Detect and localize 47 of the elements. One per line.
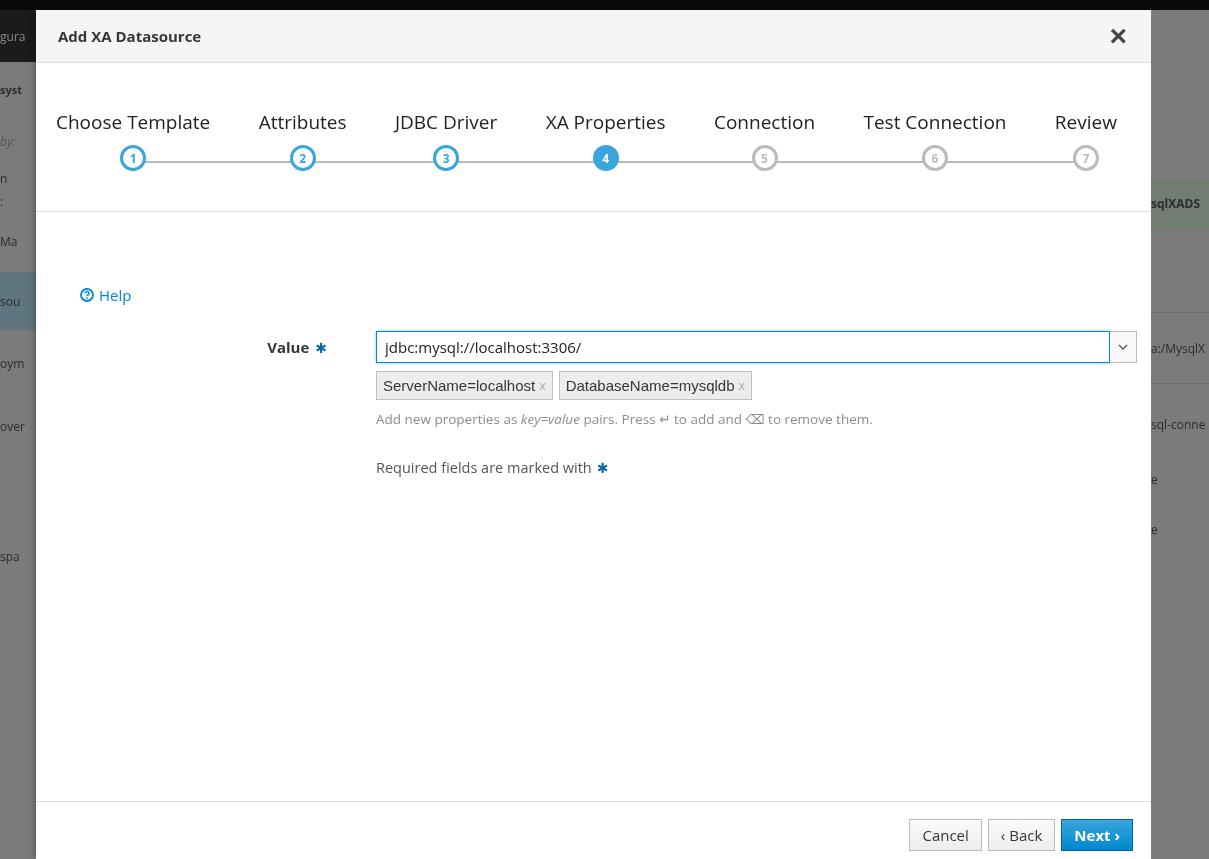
background-text: sql-conne: [1151, 415, 1206, 433]
help-icon: [80, 288, 94, 302]
background-text: e: [1151, 470, 1158, 488]
remove-tag-button[interactable]: x: [738, 378, 745, 393]
background-text: sqlXADS: [1151, 194, 1200, 212]
dropdown-button[interactable]: [1110, 331, 1137, 363]
background-text: e: [1151, 520, 1158, 538]
step-number[interactable]: 4: [592, 145, 619, 171]
dialog-button[interactable]: ‹ Back: [987, 819, 1056, 851]
step-label: Choose Template: [56, 109, 211, 135]
required-mark: ✱: [315, 337, 327, 357]
tag-text: ServerName=localhost: [383, 377, 536, 394]
remove-tag-button[interactable]: x: [539, 378, 546, 393]
field-label: Value: [267, 337, 310, 357]
step-label: Connection: [713, 109, 816, 135]
next-button[interactable]: Next ›: [1061, 819, 1133, 851]
dialog-button[interactable]: Cancel: [909, 819, 982, 851]
help-link[interactable]: Help: [80, 285, 132, 305]
value-input[interactable]: jdbc:mysql://localhost:3306/: [376, 331, 1110, 363]
step-number[interactable]: 2: [289, 145, 316, 171]
background-text: oym: [0, 354, 25, 372]
required-mark: ✱: [596, 458, 609, 477]
help-text: Add new properties as key=value pairs. Press ↵ to add and ⌫ to remove them.: [376, 410, 874, 428]
step-label: Review: [1054, 109, 1117, 135]
step-label: JDBC Driver: [394, 109, 498, 135]
tag-text: DatabaseName=mysqldb: [565, 377, 735, 394]
background-text: a:/MysqlX: [1151, 339, 1206, 357]
step-number[interactable]: 1: [120, 145, 147, 171]
background-text: over: [0, 417, 25, 435]
background-text: sou: [0, 292, 21, 310]
step-number[interactable]: 5: [751, 145, 778, 171]
step-number[interactable]: 7: [1072, 145, 1099, 171]
step-number[interactable]: 3: [433, 145, 460, 171]
dialog-title: Add XA Datasource: [58, 26, 202, 46]
step-label: Attributes: [258, 109, 347, 135]
required-note: Required fields are marked with: [376, 458, 592, 477]
caret-icon: [1118, 344, 1128, 350]
background-text: Ma: [0, 232, 18, 250]
background-text: gura: [0, 27, 26, 45]
step-label: XA Properties: [545, 109, 666, 135]
background-text: n: [0, 170, 8, 187]
background-text: syst: [0, 82, 22, 97]
background-text: :: [0, 192, 4, 210]
step-label: Test Connection: [863, 109, 1007, 135]
step-number[interactable]: 6: [921, 145, 948, 171]
background-text: spa: [0, 547, 20, 565]
close-button[interactable]: ×: [1105, 22, 1131, 50]
